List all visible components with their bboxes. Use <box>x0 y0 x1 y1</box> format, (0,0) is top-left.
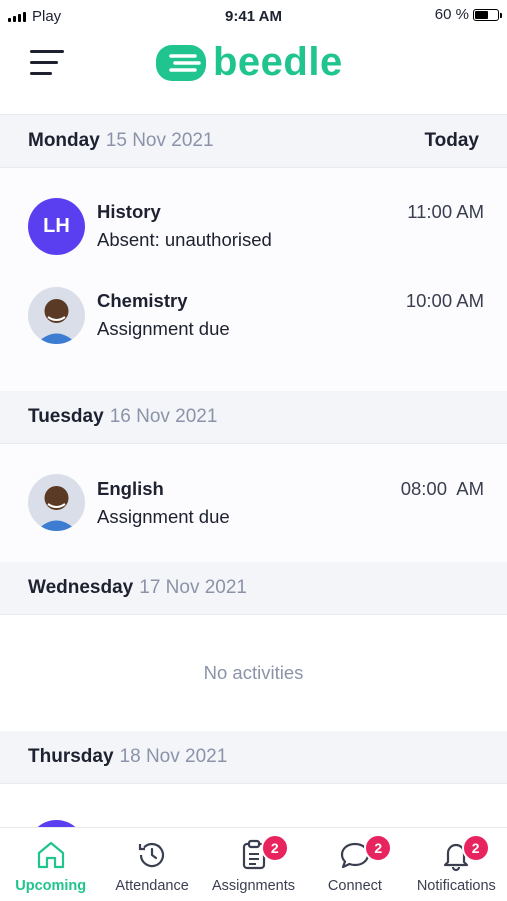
activity-subject: Chemistry <box>97 290 188 311</box>
day-header-monday: Monday 15 Nov 2021 Today <box>0 115 507 168</box>
menu-icon[interactable] <box>30 48 66 78</box>
day-name: Tuesday <box>28 406 104 427</box>
day-name: Thursday <box>28 746 114 767</box>
activity-time: 10:00 AM <box>405 290 484 311</box>
activity-description: Absent: unauthorised <box>97 229 272 250</box>
avatar <box>28 474 85 531</box>
activity-time: 08:00 AM <box>400 478 484 499</box>
tab-label: Assignments <box>212 878 296 894</box>
activity-description: Assignment due <box>97 318 230 339</box>
day-header-wednesday: Wednesday 17 Nov 2021 <box>0 562 507 615</box>
battery-percent: 60 % <box>434 6 469 23</box>
connect-badge: 2 <box>364 834 393 862</box>
status-bar: Play 9:41 AM 60 % <box>0 0 507 32</box>
tab-notifications[interactable]: 2 Notifications <box>406 828 507 901</box>
avatar <box>28 287 85 344</box>
day-date: 16 Nov 2021 <box>109 406 218 427</box>
tab-bar: Upcoming Attendance 2 Assignments 2 Conn… <box>0 827 507 901</box>
no-activities-text: No activities <box>0 615 507 731</box>
tab-attendance[interactable]: Attendance <box>101 828 202 901</box>
activity-description: Assignment due <box>97 506 230 527</box>
battery-icon <box>473 8 502 21</box>
notifications-badge: 2 <box>461 834 490 862</box>
logo-text: beedle <box>213 40 343 84</box>
day-header-thursday: Thursday 18 Nov 2021 <box>0 731 507 784</box>
tab-assignments[interactable]: 2 Assignments <box>203 828 304 901</box>
activity-chemistry[interactable]: Chemistry Assignment due 10:00 AM <box>0 271 507 391</box>
day-date: 18 Nov 2021 <box>119 746 228 767</box>
activity-english[interactable]: English Assignment due 08:00 AM <box>0 444 507 562</box>
activity-list[interactable]: Monday 15 Nov 2021 Today LH History Abse… <box>0 115 507 844</box>
tab-upcoming[interactable]: Upcoming <box>0 828 101 901</box>
status-time: 9:41 AM <box>225 8 282 25</box>
activity-subject: History <box>97 201 161 222</box>
day-name: Wednesday <box>28 577 134 598</box>
home-icon <box>37 841 64 869</box>
student-photo <box>28 474 85 531</box>
beedle-logo-mark <box>156 44 206 81</box>
beedle-logo: beedle <box>155 40 343 85</box>
tab-label: Attendance <box>115 878 189 894</box>
tab-label: Upcoming <box>15 878 87 894</box>
tab-connect[interactable]: 2 Connect <box>304 828 405 901</box>
avatar: LH <box>28 198 85 255</box>
day-name: Monday <box>28 130 100 151</box>
battery: 60 % <box>434 6 502 23</box>
day-header-tuesday: Tuesday 16 Nov 2021 <box>0 391 507 444</box>
app-header: beedle <box>0 32 507 115</box>
day-date: 15 Nov 2021 <box>105 130 214 151</box>
assignments-badge: 2 <box>260 834 289 862</box>
student-photo <box>28 287 85 344</box>
history-icon <box>139 842 165 868</box>
day-date: 17 Nov 2021 <box>139 577 247 598</box>
activity-time: 11:00 AM <box>407 201 484 222</box>
today-label: Today <box>424 130 479 151</box>
tab-label: Notifications <box>416 878 496 894</box>
activity-subject: English <box>97 478 164 499</box>
tab-label: Connect <box>327 878 382 894</box>
activity-history[interactable]: LH History Absent: unauthorised 11:00 AM <box>0 168 507 271</box>
